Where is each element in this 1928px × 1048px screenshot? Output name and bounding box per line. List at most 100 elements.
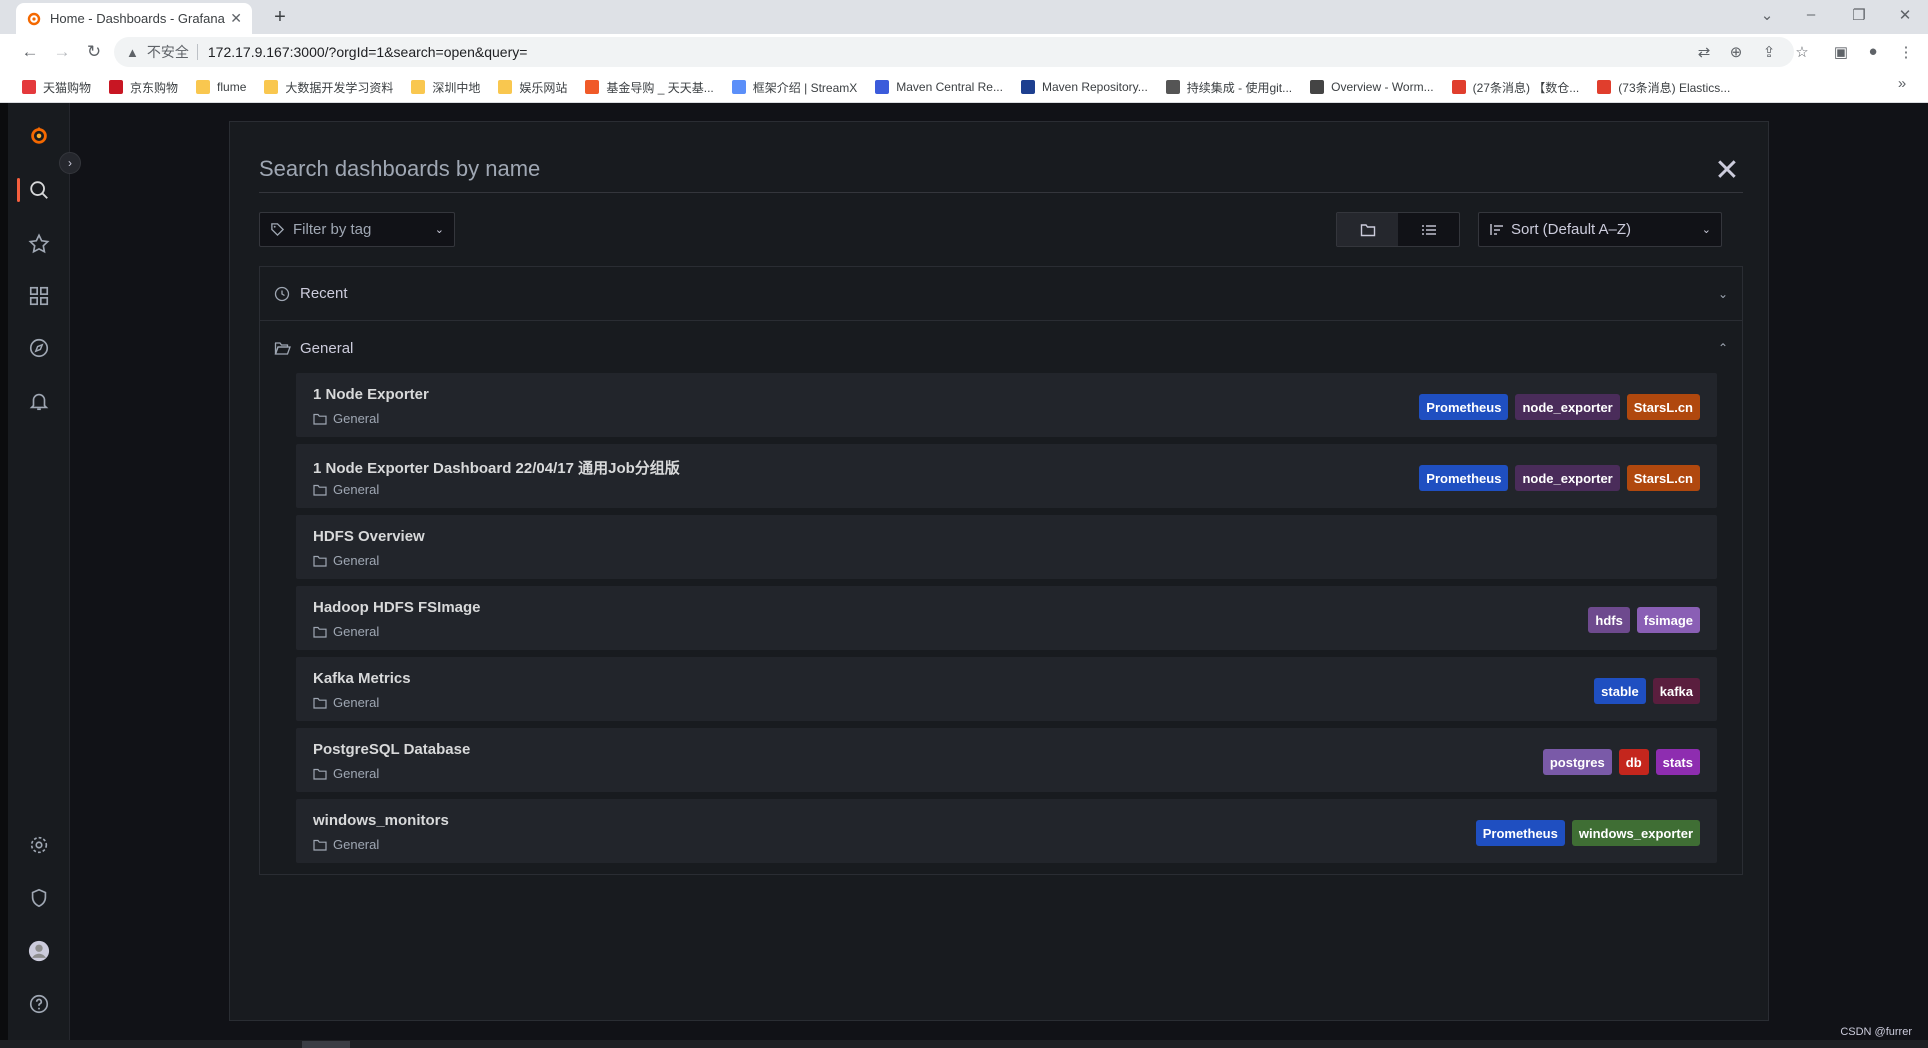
bookmark-item[interactable]: (27条消息) 【数仓... <box>1451 79 1579 96</box>
security-label[interactable]: 不安全 <box>147 42 189 62</box>
search-modal: Search dashboards by name ✕ Filter by ta… <box>229 121 1769 1021</box>
explore-compass-icon[interactable] <box>27 336 51 360</box>
filter-by-tag-select[interactable]: Filter by tag ⌄ <box>259 212 455 247</box>
tag-badge[interactable]: hdfs <box>1588 607 1630 633</box>
configuration-gear-icon[interactable] <box>27 833 51 857</box>
tag-badge[interactable]: Prometheus <box>1419 465 1509 491</box>
close-search-icon[interactable]: ✕ <box>1713 156 1741 186</box>
dashboard-tags: Prometheus node_exporter StarsL.cn <box>1419 394 1700 420</box>
tag-badge[interactable]: fsimage <box>1636 607 1700 633</box>
starred-icon[interactable] <box>27 232 51 256</box>
bookmark-item[interactable]: 大数据开发学习资料 <box>264 79 393 96</box>
minimize-icon[interactable]: – <box>1801 6 1821 23</box>
folder-view-button[interactable] <box>1337 213 1398 246</box>
search-underline <box>259 192 1743 193</box>
reload-icon[interactable]: ↻ <box>82 42 106 62</box>
grafana-favicon-icon <box>26 11 42 27</box>
tag-badge[interactable]: stats <box>1655 749 1700 775</box>
bookmark-item[interactable]: 持续集成 - 使用git... <box>1165 79 1292 96</box>
dashboard-item[interactable]: HDFS Overview General <box>296 515 1717 579</box>
horizontal-scrollbar[interactable] <box>0 1040 1928 1048</box>
bookmark-item[interactable]: flume <box>196 80 246 94</box>
back-icon[interactable]: ← <box>18 42 42 62</box>
sort-select[interactable]: Sort (Default A–Z) ⌄ <box>1478 212 1722 247</box>
bookmark-item[interactable]: Maven Repository... <box>1020 80 1148 94</box>
bookmark-item[interactable]: 天猫购物 <box>22 79 91 96</box>
url-separator <box>196 44 198 60</box>
bookmark-item[interactable]: Overview - Worm... <box>1310 80 1434 94</box>
zoom-icon[interactable]: ⊕ <box>1726 43 1746 61</box>
bookmark-item[interactable]: 框架介绍 | StreamX <box>731 79 858 96</box>
dashboard-title[interactable]: PostgreSQL Database <box>313 741 470 758</box>
dashboard-title[interactable]: 1 Node Exporter Dashboard 22/04/17 通用Job… <box>313 457 680 478</box>
new-tab-button[interactable]: + <box>268 6 292 29</box>
tab-search-icon[interactable]: ⌄ <box>1757 6 1777 24</box>
url-text[interactable]: 172.17.9.167:3000/?orgId=1&search=open&q… <box>208 44 528 60</box>
bookmark-item[interactable]: 基金导购 _ 天天基... <box>585 79 714 96</box>
dashboard-tags: stable kafka <box>1594 678 1700 704</box>
tag-badge[interactable]: stable <box>1594 678 1646 704</box>
tag-badge[interactable]: db <box>1618 749 1649 775</box>
bookmark-favicon-icon <box>1451 80 1466 94</box>
dashboard-item[interactable]: windows_monitors General Prometheus windows… <box>296 799 1717 863</box>
bookmark-item[interactable]: Maven Central Re... <box>875 80 1003 94</box>
dashboard-title[interactable]: Hadoop HDFS FSImage <box>313 599 481 616</box>
bookmark-item[interactable]: 京东购物 <box>109 79 178 96</box>
chevron-down-icon[interactable]: ⌄ <box>1718 287 1728 301</box>
search-icon[interactable] <box>27 178 51 202</box>
dashboard-item[interactable]: PostgreSQL Database General postgres db stat… <box>296 728 1717 792</box>
tag-badge[interactable]: StarsL.cn <box>1626 394 1700 420</box>
warning-icon[interactable]: ▲ <box>126 45 139 60</box>
tab-close-icon[interactable]: ✕ <box>230 10 242 27</box>
bookmark-label: Maven Central Re... <box>896 80 1003 94</box>
tag-badge[interactable]: node_exporter <box>1515 465 1620 491</box>
dashboard-item[interactable]: 1 Node Exporter General Prometheus node_exp… <box>296 373 1717 437</box>
dashboard-folder: General <box>313 482 379 497</box>
browser-tab[interactable]: Home - Dashboards - Grafana ✕ <box>16 3 252 34</box>
profile-icon[interactable]: ● <box>1863 43 1883 60</box>
expand-sidebar-button[interactable]: › <box>59 152 81 174</box>
tag-badge[interactable]: windows_exporter <box>1571 820 1700 846</box>
bookmark-item[interactable]: (73条消息) Elastics... <box>1597 79 1730 96</box>
dashboard-title[interactable]: Kafka Metrics <box>313 670 411 687</box>
dashboard-folder: General <box>313 624 379 639</box>
tag-badge[interactable]: StarsL.cn <box>1626 465 1700 491</box>
server-admin-shield-icon[interactable] <box>27 886 51 910</box>
tag-badge[interactable]: postgres <box>1542 749 1612 775</box>
tag-badge[interactable]: Prometheus <box>1419 394 1509 420</box>
dashboards-icon[interactable] <box>27 284 51 308</box>
dashboard-item[interactable]: 1 Node Exporter Dashboard 22/04/17 通用Job… <box>296 444 1717 508</box>
translate-icon[interactable]: ⇄ <box>1694 43 1714 61</box>
scrollbar-thumb[interactable] <box>302 1041 350 1048</box>
tag-badge[interactable]: Prometheus <box>1475 820 1565 846</box>
alerting-bell-icon[interactable] <box>27 389 51 413</box>
share-icon[interactable]: ⇪ <box>1759 43 1779 61</box>
list-view-button[interactable] <box>1398 213 1459 246</box>
window-close-icon[interactable]: ✕ <box>1895 6 1915 24</box>
section-general[interactable]: General ⌃ <box>260 321 1742 375</box>
dashboard-title[interactable]: 1 Node Exporter <box>313 386 429 403</box>
forward-icon[interactable]: → <box>50 42 74 62</box>
more-bookmarks-icon[interactable]: » <box>1892 75 1912 92</box>
dashboard-item[interactable]: Hadoop HDFS FSImage General hdfs fsimage <box>296 586 1717 650</box>
side-panel-icon[interactable]: ▣ <box>1831 43 1851 61</box>
grafana-logo-icon[interactable] <box>27 123 51 147</box>
section-recent[interactable]: Recent ⌄ <box>260 267 1742 321</box>
search-input[interactable]: Search dashboards by name <box>259 156 540 182</box>
dashboard-title[interactable]: windows_monitors <box>313 812 449 829</box>
bookmark-item[interactable]: 深圳中地 <box>411 79 480 96</box>
help-icon[interactable] <box>27 992 51 1016</box>
bookmark-star-icon[interactable]: ☆ <box>1792 43 1812 61</box>
tag-badge[interactable]: node_exporter <box>1515 394 1620 420</box>
sort-icon <box>1490 223 1503 235</box>
chevron-up-icon[interactable]: ⌃ <box>1718 341 1728 355</box>
restore-icon[interactable]: ❐ <box>1849 6 1869 24</box>
bookmark-item[interactable]: 娱乐网站 <box>498 79 567 96</box>
dashboard-item[interactable]: Kafka Metrics General stable kafka <box>296 657 1717 721</box>
user-avatar-icon[interactable] <box>27 939 51 963</box>
dashboard-title[interactable]: HDFS Overview <box>313 528 425 545</box>
address-bar[interactable]: ▲ 不安全 172.17.9.167:3000/?orgId=1&search=… <box>114 37 1794 67</box>
tag-badge[interactable]: kafka <box>1652 678 1700 704</box>
bookmark-label: 框架介绍 | StreamX <box>752 80 858 95</box>
menu-icon[interactable]: ⋮ <box>1896 43 1916 61</box>
